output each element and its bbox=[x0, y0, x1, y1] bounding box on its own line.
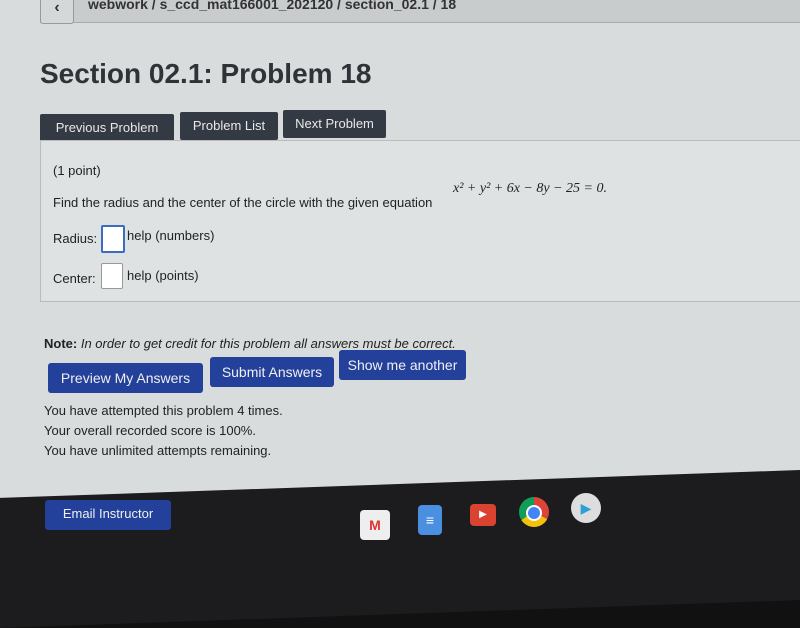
page-title: Section 02.1: Problem 18 bbox=[40, 58, 372, 89]
preview-answers-button[interactable]: Preview My Answers bbox=[48, 363, 203, 393]
docs-icon[interactable]: ≡ bbox=[418, 505, 442, 535]
show-another-button[interactable]: Show me another bbox=[339, 350, 466, 380]
previous-problem-button[interactable]: Previous Problem bbox=[40, 114, 174, 142]
breadcrumb: webwork / s_ccd_mat166001_202120 / secti… bbox=[88, 0, 457, 12]
points: (1 point) bbox=[53, 163, 101, 178]
back-button[interactable]: ‹ bbox=[40, 0, 74, 24]
note-text: In order to get credit for this problem … bbox=[80, 336, 456, 351]
radius-input[interactable] bbox=[101, 225, 125, 253]
chrome-icon[interactable] bbox=[519, 497, 549, 527]
os-shelf bbox=[0, 470, 800, 628]
next-problem-button[interactable]: Next Problem bbox=[283, 110, 386, 138]
play-store-icon[interactable]: ▶ bbox=[571, 493, 601, 523]
submit-answers-button[interactable]: Submit Answers bbox=[210, 357, 334, 387]
center-input[interactable] bbox=[101, 263, 123, 289]
center-help-link[interactable]: help (points) bbox=[127, 268, 199, 283]
browser-page: ‹ webwork / s_ccd_mat166001_202120 / sec… bbox=[0, 0, 800, 520]
youtube-icon[interactable]: ▶ bbox=[470, 504, 496, 526]
email-instructor-button[interactable]: Email Instructor bbox=[45, 500, 171, 530]
note: Note: In order to get credit for this pr… bbox=[44, 336, 456, 351]
gmail-icon[interactable]: M bbox=[360, 510, 390, 540]
equation: x² + y² + 6x − 8y − 25 = 0. bbox=[453, 181, 607, 196]
status-attempts: You have attempted this problem 4 times. bbox=[44, 403, 283, 418]
problem-text: Find the radius and the center of the ci… bbox=[53, 195, 433, 210]
problem-panel: (1 point) Find the radius and the center… bbox=[40, 140, 800, 302]
center-label: Center: bbox=[53, 271, 96, 286]
problem-list-button[interactable]: Problem List bbox=[180, 112, 278, 140]
status-remaining: You have unlimited attempts remaining. bbox=[44, 443, 272, 458]
radius-help-link[interactable]: help (numbers) bbox=[127, 228, 214, 243]
note-label: Note: bbox=[44, 336, 78, 351]
status-score: Your overall recorded score is 100%. bbox=[44, 423, 256, 438]
radius-label: Radius: bbox=[53, 231, 98, 246]
